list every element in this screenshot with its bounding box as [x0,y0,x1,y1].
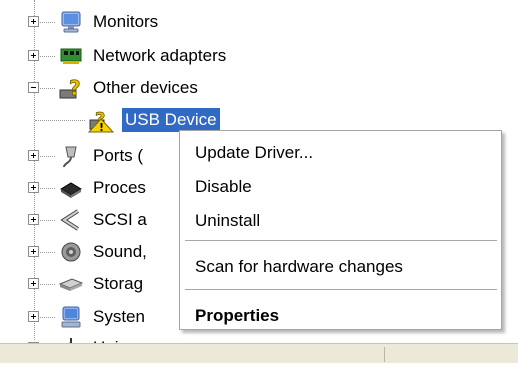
menu-item-scan-hardware[interactable]: Scan for hardware changes [195,254,403,280]
question-device-icon: ? [58,75,84,101]
svg-text:?: ? [69,76,81,100]
menu-item-update-driver[interactable]: Update Driver... [195,140,313,166]
expand-plus-icon[interactable] [28,278,39,289]
tree-item-label: Proces [93,178,146,197]
tree-connector [35,120,85,121]
scsi-controller-icon [58,207,84,233]
tree-item-label: Ports ( [93,146,144,165]
status-bar [0,343,518,363]
unknown-device-icon: ? ! [87,107,115,134]
monitor-icon [58,9,84,35]
tree-item-label-selected: USB Device [122,108,220,132]
tree-item-monitors[interactable]: Monitors [0,6,518,39]
expand-plus-icon[interactable] [28,246,39,257]
tree-item-label: Network adapters [93,46,227,65]
menu-item-properties[interactable]: Properties [195,303,279,329]
expand-plus-icon[interactable] [28,214,39,225]
storage-drive-icon [58,271,84,297]
system-device-icon [58,304,84,330]
expand-plus-icon[interactable] [28,150,39,161]
tree-item-label: Sound, [93,242,147,261]
expand-plus-icon[interactable] [28,16,39,27]
tree-item-label: Other devices [93,78,198,97]
expand-plus-icon[interactable] [28,311,39,322]
tree-item-label: Monitors [93,12,159,31]
context-menu: Update Driver... Disable Uninstall Scan … [179,130,502,330]
tree-item-other-devices[interactable]: ? Other devices [0,72,518,105]
menu-separator [185,289,497,290]
network-card-icon [58,43,84,69]
processor-icon [58,175,84,201]
tree-item-label: Storag [93,274,144,293]
tree-item-network-adapters[interactable]: Network adapters [0,40,518,73]
status-bar-separator [384,347,385,362]
expand-plus-icon[interactable] [28,50,39,61]
speaker-icon [58,239,84,265]
menu-item-disable[interactable]: Disable [195,174,252,200]
tree-item-label: SCSI a [93,210,147,229]
expand-plus-icon[interactable] [28,182,39,193]
port-connector-icon [58,143,84,169]
tree-item-label: Systen [93,307,145,326]
collapse-minus-icon[interactable] [28,82,39,93]
svg-text:!: ! [99,121,104,133]
menu-item-uninstall[interactable]: Uninstall [195,208,260,234]
menu-separator [185,240,497,241]
